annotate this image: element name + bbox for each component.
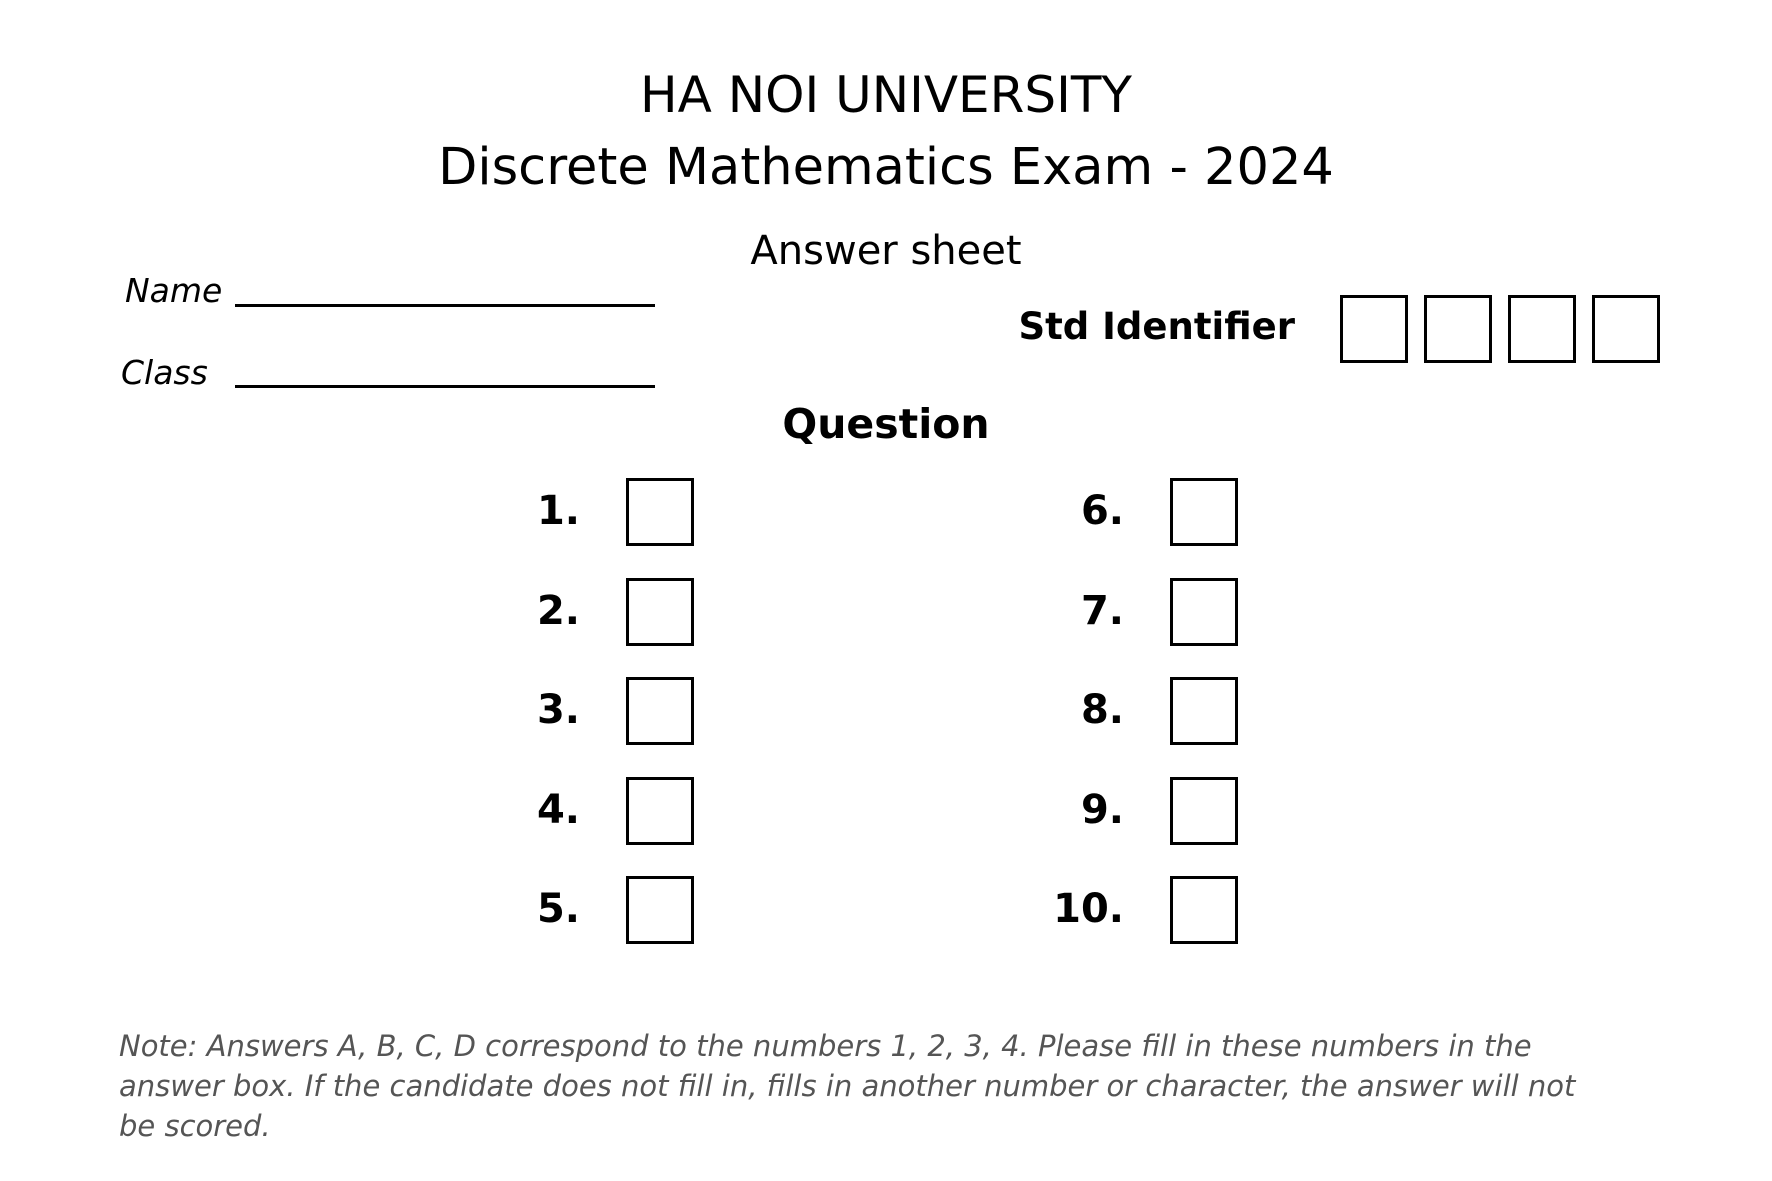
std-identifier-label: Std Identifier — [1018, 305, 1295, 348]
question-number: 9. — [1080, 786, 1124, 833]
name-label: Name — [125, 271, 223, 310]
answer-box[interactable] — [626, 677, 694, 745]
answer-box[interactable] — [626, 577, 694, 646]
answer-box[interactable] — [1170, 478, 1238, 546]
question-number: 6. — [1080, 488, 1124, 534]
question-number: 4. — [536, 786, 580, 833]
exam-title: Discrete Mathematics Exam - 2024 — [438, 138, 1334, 197]
question-row: 4. — [460, 776, 700, 877]
question-row: 9. — [1004, 776, 1244, 877]
answer-box[interactable] — [626, 776, 694, 845]
question-row: 8. — [1004, 677, 1244, 777]
class-field[interactable] — [235, 385, 655, 388]
question-number: 2. — [536, 587, 580, 634]
answer-box[interactable] — [1170, 677, 1238, 745]
question-column-left: 1. 2. 3. 4. 5. — [460, 478, 700, 976]
std-identifier-box[interactable] — [1340, 295, 1408, 363]
instructions-note: Note: Answers A, B, C, D correspond to t… — [119, 1029, 1576, 1143]
std-identifier-box[interactable] — [1592, 295, 1660, 363]
question-row: 1. — [460, 478, 700, 578]
std-identifier-boxes — [1340, 295, 1660, 363]
answer-box[interactable] — [626, 478, 694, 546]
answer-box[interactable] — [626, 876, 694, 944]
answer-sheet-title: Answer sheet — [750, 228, 1022, 274]
answer-box[interactable] — [1170, 876, 1238, 944]
question-number: 10. — [1053, 886, 1124, 932]
question-number: 7. — [1080, 587, 1124, 634]
std-identifier-box[interactable] — [1424, 295, 1492, 363]
question-row: 7. — [1004, 577, 1244, 678]
question-title: Question — [782, 400, 990, 448]
question-row: 10. — [1004, 876, 1244, 976]
question-row: 2. — [460, 577, 700, 678]
name-field[interactable] — [235, 304, 655, 307]
question-number: 8. — [1080, 687, 1124, 733]
question-number: 5. — [536, 886, 580, 932]
std-identifier-box[interactable] — [1508, 295, 1576, 363]
university-name: HA NOI UNIVERSITY — [640, 66, 1132, 124]
question-row: 5. — [460, 876, 700, 976]
question-column-right: 6. 7. 8. 9. 10. — [1004, 478, 1244, 976]
question-number: 3. — [536, 687, 580, 733]
question-row: 6. — [1004, 478, 1244, 578]
answer-box[interactable] — [1170, 577, 1238, 646]
question-row: 3. — [460, 677, 700, 777]
answer-box[interactable] — [1170, 776, 1238, 845]
class-label: Class — [121, 353, 208, 392]
question-number: 1. — [536, 488, 580, 534]
